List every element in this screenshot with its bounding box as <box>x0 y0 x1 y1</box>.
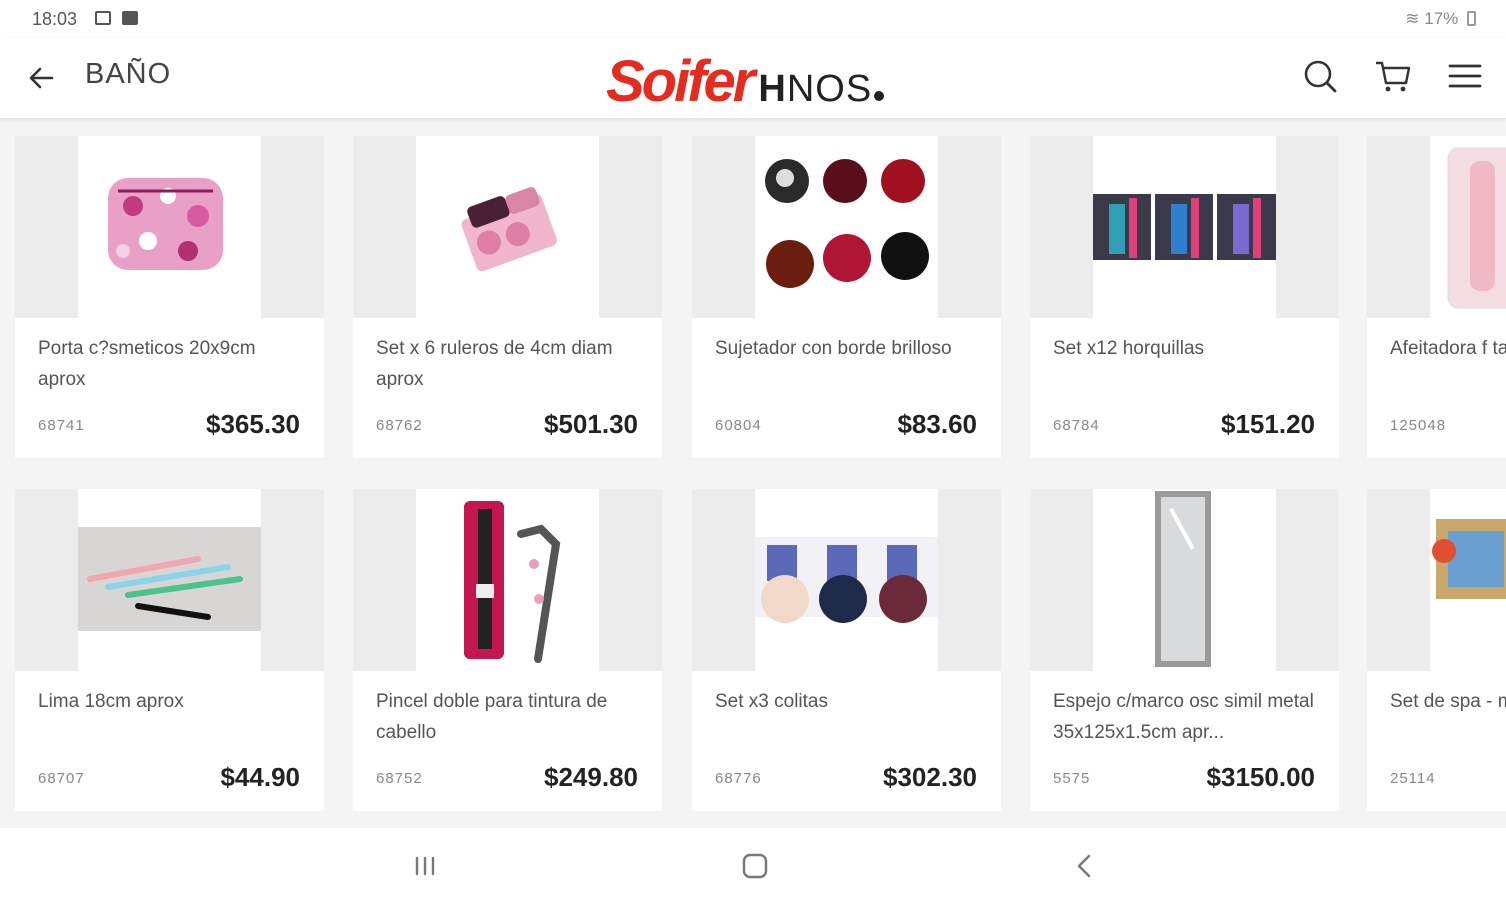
nail-files-image <box>78 527 261 631</box>
battery-icon <box>1467 11 1476 26</box>
product-image <box>1367 136 1506 318</box>
product-image <box>1030 489 1339 671</box>
product-name: Porta c?smeticos 20x9cm aprox <box>38 338 256 390</box>
system-nav-bar <box>0 828 1506 900</box>
product-image <box>692 489 1001 671</box>
product-card[interactable]: Pincel doble para tintura de cabello 687… <box>353 489 662 811</box>
product-name: Sujetador con borde brilloso <box>715 338 952 359</box>
product-card[interactable]: Porta c?smeticos 20x9cm aprox 68741 $365… <box>15 136 324 458</box>
home-icon[interactable] <box>735 846 775 886</box>
mirror-image <box>1155 491 1211 667</box>
product-code: 68707 <box>38 770 85 787</box>
product-code: 68776 <box>715 770 762 787</box>
product-price: $302.30 <box>883 762 977 792</box>
product-image <box>692 136 1001 318</box>
product-code: 125048 <box>1390 417 1447 434</box>
scrunchies-image <box>765 159 929 288</box>
product-price: $501.30 <box>544 409 638 439</box>
product-code: 68741 <box>38 417 85 434</box>
product-name: Pincel doble para tintura de cabello <box>376 691 608 743</box>
page-title: BAÑO <box>85 58 172 90</box>
product-card[interactable]: Lima 18cm aprox 68707 $44.90 <box>15 489 324 811</box>
cosmetic-bag-image <box>108 178 223 270</box>
logo-sub-text: HNOS <box>758 68 873 110</box>
product-price: $249.80 <box>544 762 638 792</box>
product-image <box>1367 489 1506 671</box>
product-price: $365.30 <box>206 409 300 439</box>
product-code: 60804 <box>715 417 762 434</box>
product-card[interactable]: Afeitadora f tapa deco - 125048 <box>1367 136 1506 458</box>
app-notification-icon <box>122 11 138 25</box>
product-code: 68752 <box>376 770 423 787</box>
product-code: 68762 <box>376 417 423 434</box>
back-arrow-icon[interactable] <box>24 60 60 96</box>
razor-image <box>1447 147 1506 309</box>
hairpins-image <box>1093 194 1276 260</box>
nav-back-icon[interactable] <box>1065 846 1105 886</box>
status-right: ≋ 17% <box>1405 9 1476 29</box>
product-price: $83.60 <box>897 409 977 439</box>
logo-dot <box>874 91 885 101</box>
status-time: 18:03 <box>32 9 78 29</box>
hair-ties-image <box>755 537 938 623</box>
product-name: Espejo c/marco osc simil metal 35x125x1.… <box>1053 691 1314 743</box>
status-bar: 18:03 ≋ 17% <box>0 0 1506 38</box>
product-code: 25114 <box>1390 770 1436 787</box>
product-name: Set de spa - medias anti <box>1390 691 1506 712</box>
product-card[interactable]: Set x 6 ruleros de 4cm diam aprox 68762 … <box>353 136 662 458</box>
product-name: Set x 6 ruleros de 4cm diam aprox <box>376 338 613 390</box>
product-price: $151.20 <box>1221 409 1315 439</box>
battery-level: 17% <box>1424 9 1459 28</box>
product-card[interactable]: Set x3 colitas 68776 $302.30 <box>692 489 1001 811</box>
menu-icon[interactable] <box>1445 56 1485 96</box>
product-image <box>15 489 324 671</box>
hair-rollers-image <box>461 187 557 272</box>
wifi-icon: ≋ <box>1405 9 1420 28</box>
product-name: Afeitadora f tapa deco - <box>1390 338 1506 359</box>
cart-icon[interactable] <box>1373 56 1413 96</box>
recents-icon[interactable] <box>405 846 445 886</box>
product-code: 5575 <box>1053 770 1091 787</box>
brand-logo[interactable]: Soifer HNOS <box>606 48 885 114</box>
dye-brush-image <box>464 501 561 663</box>
product-image <box>15 136 324 318</box>
product-card[interactable]: Set de spa - medias anti 25114 <box>1367 489 1506 811</box>
product-name: Set x3 colitas <box>715 691 828 712</box>
product-card[interactable]: Sujetador con borde brilloso 60804 $83.6… <box>692 136 1001 458</box>
logo-main-text: Soifer <box>606 49 755 114</box>
product-code: 68784 <box>1053 417 1100 434</box>
gallery-notification-icon <box>95 11 111 25</box>
product-name: Lima 18cm aprox <box>38 691 184 712</box>
product-card[interactable]: Espejo c/marco osc simil metal 35x125x1.… <box>1030 489 1339 811</box>
app-bar: BAÑO Soifer HNOS <box>0 38 1506 119</box>
product-price: $44.90 <box>220 762 300 792</box>
product-image <box>353 136 662 318</box>
product-image <box>1030 136 1339 318</box>
product-name: Set x12 horquillas <box>1053 338 1205 359</box>
spa-set-image <box>1432 519 1506 599</box>
product-price: $3150.00 <box>1206 762 1315 792</box>
product-image <box>353 489 662 671</box>
search-icon[interactable] <box>1300 56 1340 96</box>
product-grid: Porta c?smeticos 20x9cm aprox 68741 $365… <box>15 136 1506 816</box>
product-card[interactable]: Set x12 horquillas 68784 $151.20 <box>1030 136 1339 458</box>
